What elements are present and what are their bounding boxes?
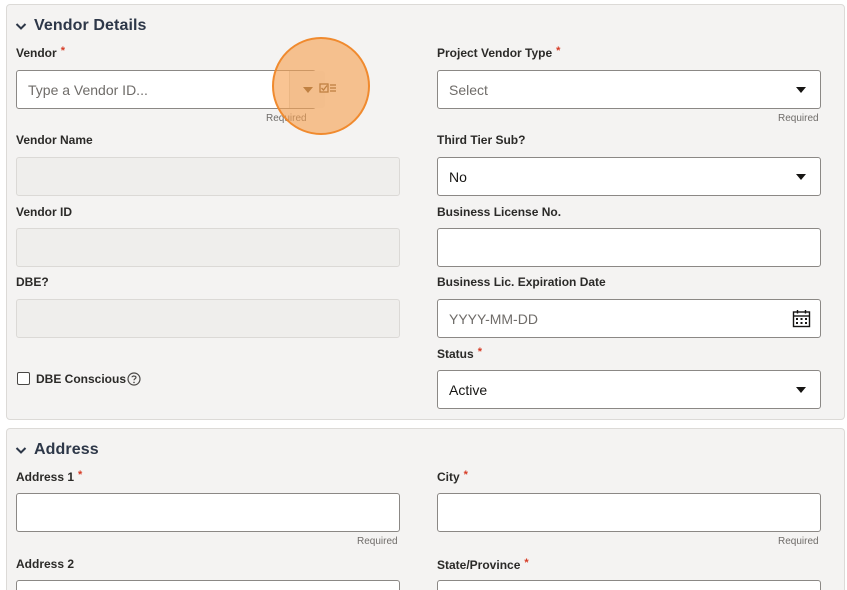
- required-marker: *: [477, 346, 482, 358]
- address1-required-hint: Required: [357, 536, 398, 547]
- section-title: Vendor Details: [34, 17, 147, 34]
- business-lic-expiration-label: Business Lic. Expiration Date: [437, 275, 606, 289]
- project-vendor-type-value: Select: [449, 81, 488, 98]
- city-required-hint: Required: [778, 536, 819, 547]
- status-value: Active: [449, 381, 488, 398]
- help-icon[interactable]: [127, 372, 141, 386]
- business-lic-expiration-input[interactable]: YYYY-MM-DD: [437, 299, 821, 338]
- city-label: City *: [437, 469, 468, 484]
- third-tier-sub-value: No: [449, 168, 467, 185]
- address2-label: Address 2: [16, 557, 75, 571]
- dbe-conscious-checkbox[interactable]: [17, 372, 30, 385]
- vendor-details-section: Vendor Details Vendor * Type a Vendor ID.…: [6, 4, 845, 420]
- vendor-name-field: [16, 157, 400, 196]
- required-marker: *: [60, 45, 65, 57]
- business-license-no-label: Business License No.: [437, 205, 562, 219]
- status-select[interactable]: Active: [437, 370, 821, 409]
- address-section: Address Address 1 * Required Address 2 Ci…: [6, 428, 845, 590]
- dropdown-arrow-icon: [796, 387, 806, 393]
- city-input[interactable]: [437, 493, 821, 532]
- required-marker: *: [524, 557, 529, 569]
- third-tier-sub-label: Third Tier Sub?: [437, 133, 526, 147]
- chevron-down-icon[interactable]: [15, 20, 27, 32]
- address2-input[interactable]: [16, 580, 400, 590]
- vendor-id-label: Vendor ID: [16, 205, 73, 219]
- project-vendor-type-required-hint: Required: [778, 113, 819, 124]
- list-select-icon[interactable]: [319, 82, 337, 96]
- business-license-no-input[interactable]: [437, 228, 821, 267]
- address1-input[interactable]: [16, 493, 400, 532]
- dropdown-arrow-icon: [303, 87, 313, 93]
- state-province-input[interactable]: [437, 580, 821, 590]
- project-vendor-type-label: Project Vendor Type *: [437, 45, 561, 60]
- calendar-icon[interactable]: [792, 309, 811, 328]
- project-vendor-type-select[interactable]: Select: [437, 70, 821, 109]
- state-province-label: State/Province *: [437, 557, 529, 572]
- vendor-details-header[interactable]: Vendor Details: [15, 17, 147, 35]
- section-title: Address: [34, 441, 99, 458]
- required-marker: *: [556, 45, 561, 57]
- dbe-conscious-label: DBE Conscious: [36, 372, 127, 386]
- dbe-field: [16, 299, 400, 338]
- required-marker: *: [463, 469, 468, 481]
- dropdown-arrow-icon: [796, 87, 806, 93]
- third-tier-sub-select[interactable]: No: [437, 157, 821, 196]
- vendor-input-placeholder: Type a Vendor ID...: [28, 81, 148, 98]
- required-marker: *: [78, 469, 83, 481]
- dbe-label: DBE?: [16, 275, 49, 289]
- dropdown-arrow-icon: [796, 174, 806, 180]
- vendor-name-label: Vendor Name: [16, 133, 93, 147]
- chevron-down-icon[interactable]: [15, 444, 27, 456]
- vendor-id-field: [16, 228, 400, 267]
- vendor-required-hint: Required: [266, 113, 307, 124]
- status-label: Status *: [437, 346, 482, 361]
- vendor-input[interactable]: Type a Vendor ID...: [16, 70, 325, 109]
- vendor-label: Vendor *: [16, 45, 65, 60]
- address-header[interactable]: Address: [15, 441, 99, 459]
- address1-label: Address 1 *: [16, 469, 83, 484]
- date-placeholder: YYYY-MM-DD: [449, 310, 538, 327]
